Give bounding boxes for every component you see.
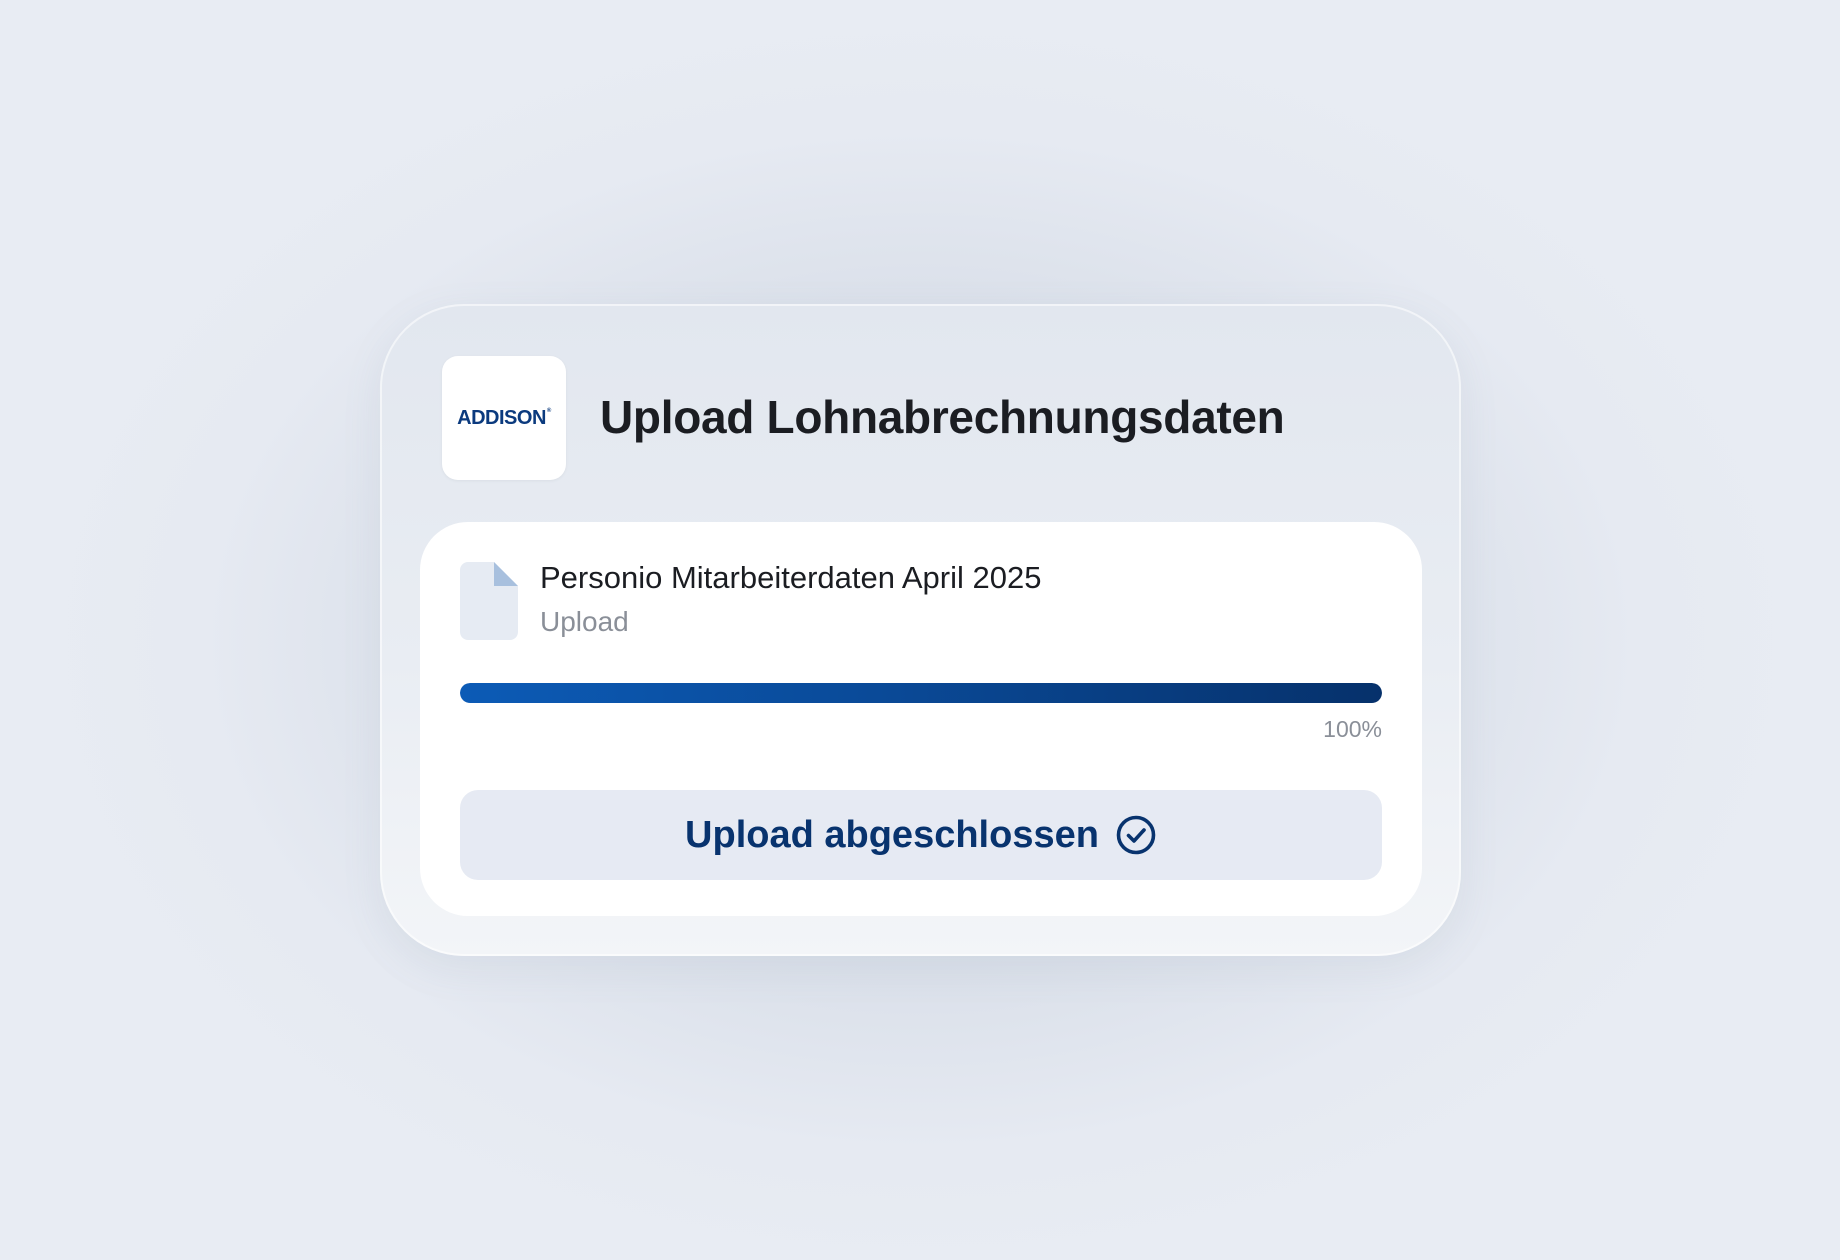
- file-icon: [460, 562, 518, 640]
- logo-text: ADDISON®: [457, 406, 551, 429]
- upload-card: ADDISON® Upload Lohnabrechnungsdaten Per…: [380, 304, 1461, 956]
- upload-complete-button[interactable]: Upload abgeschlossen: [460, 790, 1382, 880]
- progress-bar: [460, 683, 1382, 703]
- file-upload-panel: Personio Mitarbeiterdaten April 2025 Upl…: [420, 522, 1422, 916]
- addison-logo: ADDISON®: [442, 356, 566, 480]
- file-status: Upload: [540, 606, 629, 637]
- progress-fill: [460, 683, 1382, 703]
- file-name: Personio Mitarbeiterdaten April 2025: [540, 560, 1042, 595]
- page-title: Upload Lohnabrechnungsdaten: [600, 391, 1285, 443]
- check-circle-icon: [1116, 815, 1156, 855]
- progress-percent: 100%: [1323, 716, 1382, 742]
- upload-complete-label: Upload abgeschlossen: [685, 813, 1099, 856]
